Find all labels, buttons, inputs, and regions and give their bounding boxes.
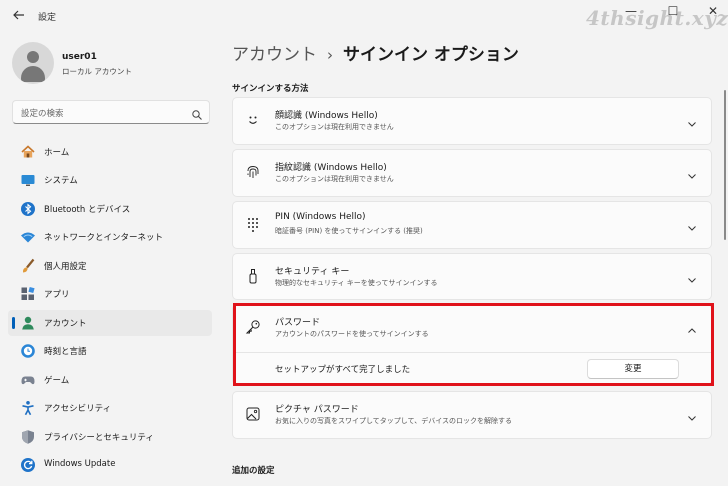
close-button[interactable]: ✕ — [704, 4, 722, 18]
page-title: サインイン オプション — [343, 45, 519, 65]
option-picture-password[interactable]: ピクチャ パスワード お気に入りの写真をスワイプしてタップして、デバイスのロック… — [232, 391, 712, 439]
apps-icon — [20, 286, 36, 302]
option-pin[interactable]: PIN (Windows Hello) 暗証番号 (PIN) を使ってサインイン… — [232, 201, 712, 249]
windows-update-icon — [20, 457, 36, 473]
breadcrumb: アカウント › サインイン オプション — [232, 40, 519, 65]
sidebar-item-system[interactable]: システム — [8, 167, 212, 193]
option-security-key[interactable]: セキュリティ キー 物理的なセキュリティ キーを使ってサインインする — [232, 253, 712, 300]
security-key-icon — [245, 268, 261, 284]
scrollbar[interactable] — [724, 90, 726, 240]
system-icon — [20, 172, 36, 188]
avatar[interactable] — [12, 42, 54, 84]
chevron-down-icon[interactable] — [687, 114, 697, 127]
sidebar-item-gaming[interactable]: ゲーム — [8, 367, 212, 393]
face-icon — [245, 112, 261, 128]
breadcrumb-separator: › — [327, 46, 333, 64]
network-icon — [20, 229, 36, 245]
account-icon — [20, 315, 36, 331]
fingerprint-icon — [245, 164, 261, 180]
gaming-icon — [20, 372, 36, 388]
brush-icon — [20, 258, 36, 274]
option-fingerprint[interactable]: 指紋認識 (Windows Hello) このオプションは現在利用できません — [232, 149, 712, 197]
sidebar-item-home[interactable]: ホーム — [8, 139, 212, 165]
picture-icon — [245, 406, 261, 422]
selection-indicator — [12, 317, 15, 329]
highlight-box — [233, 303, 714, 386]
chevron-down-icon[interactable] — [687, 408, 697, 421]
section-title-additional-settings: 追加の設定 — [232, 466, 275, 476]
sidebar-item-time-language[interactable]: 時刻と言語 — [8, 338, 212, 364]
search-icon[interactable] — [191, 106, 203, 120]
chevron-down-icon[interactable] — [687, 166, 697, 179]
pin-keypad-icon — [245, 216, 261, 232]
sidebar-item-apps[interactable]: アプリ — [8, 281, 212, 307]
sidebar-item-accessibility[interactable]: アクセシビリティ — [8, 395, 212, 421]
home-icon — [20, 144, 36, 160]
title-bar: 設定 4thsight.xyz — ☐ ✕ — [0, 0, 728, 34]
maximize-button[interactable]: ☐ — [664, 4, 682, 18]
sidebar-item-windows-update[interactable]: Windows Update — [8, 452, 212, 478]
bluetooth-icon — [20, 201, 36, 217]
chevron-down-icon[interactable] — [687, 218, 697, 231]
user-name: user01 — [62, 52, 97, 62]
sidebar-item-accounts[interactable]: アカウント — [8, 310, 212, 336]
chevron-down-icon[interactable] — [687, 270, 697, 283]
user-account-type: ローカル アカウント — [62, 67, 132, 76]
sidebar-item-network[interactable]: ネットワークとインターネット — [8, 224, 212, 250]
option-face-recognition[interactable]: 顔認識 (Windows Hello) このオプションは現在利用できません — [232, 97, 712, 145]
time-language-icon — [20, 343, 36, 359]
sidebar-item-personalization[interactable]: 個人用設定 — [8, 253, 212, 279]
app-title: 設定 — [38, 13, 57, 23]
breadcrumb-parent[interactable]: アカウント — [232, 45, 317, 65]
accessibility-icon — [20, 400, 36, 416]
sidebar-item-privacy[interactable]: プライバシーとセキュリティ — [8, 424, 212, 450]
sidebar-item-bluetooth[interactable]: Bluetooth とデバイス — [8, 196, 212, 222]
section-title-signin-methods: サインインする方法 — [232, 84, 309, 94]
shield-icon — [20, 429, 36, 445]
minimize-button[interactable]: — — [622, 4, 640, 18]
search-input[interactable]: 設定の検索 — [12, 100, 210, 124]
search-placeholder: 設定の検索 — [21, 109, 64, 119]
back-arrow-icon[interactable] — [8, 8, 30, 26]
